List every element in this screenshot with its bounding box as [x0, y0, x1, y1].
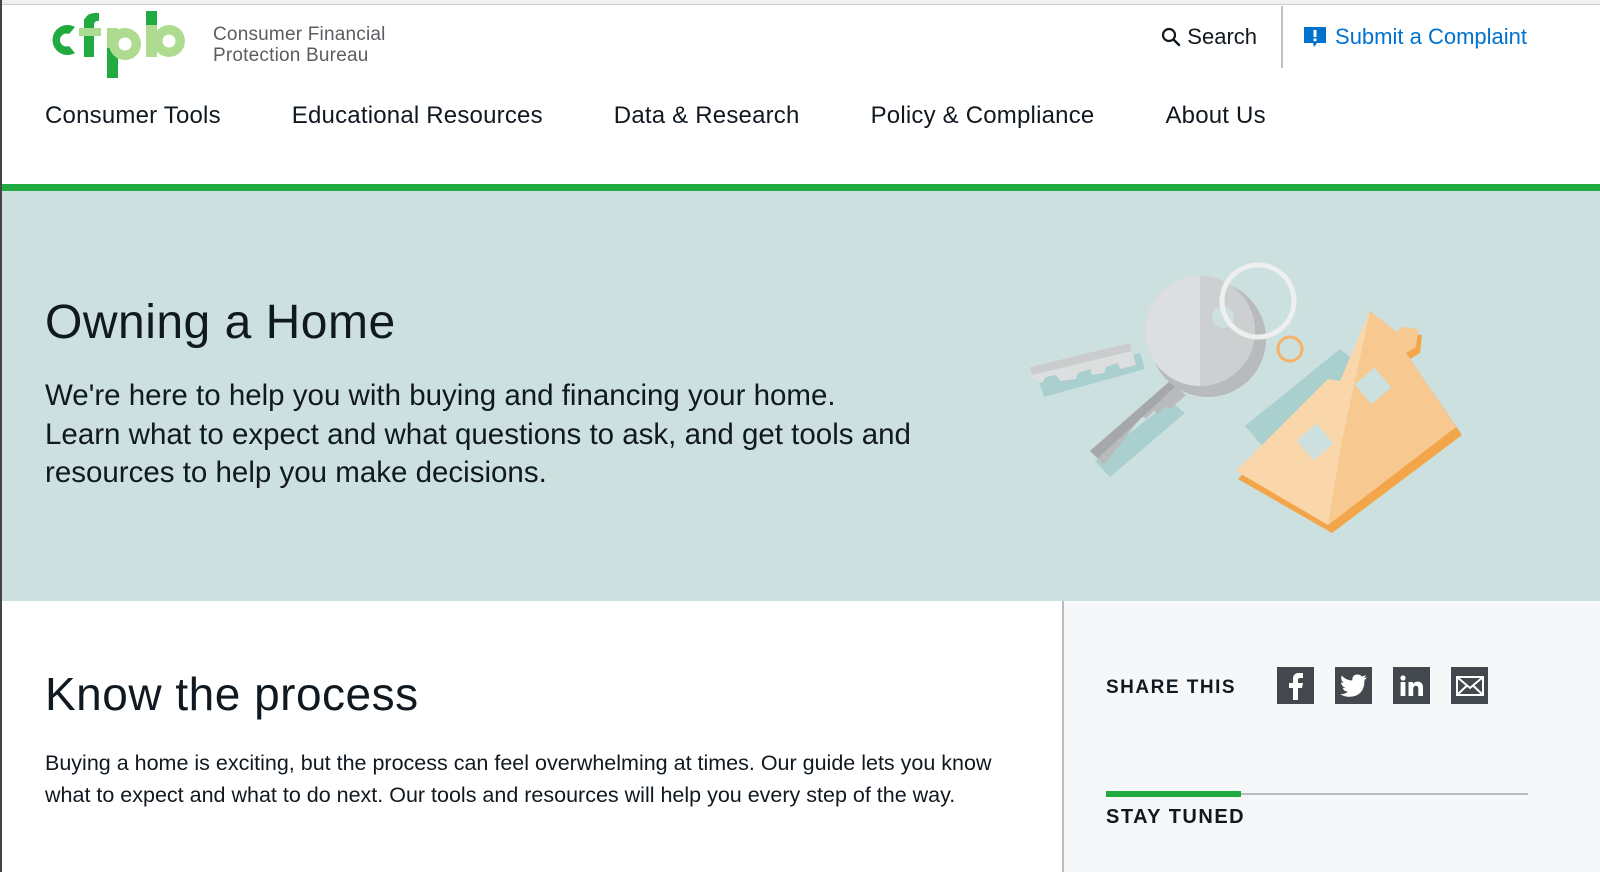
utility-nav: Search Submit a Complaint: [1161, 6, 1600, 68]
nav-item-consumer-tools[interactable]: Consumer Tools: [45, 102, 221, 130]
hero: Owning a Home We're here to help you wit…: [0, 191, 1600, 601]
nav-item-policy-compliance[interactable]: Policy & Compliance: [871, 102, 1095, 130]
nav-item-educational-resources[interactable]: Educational Resources: [292, 102, 543, 130]
search-button[interactable]: Search: [1161, 6, 1284, 68]
share-buttons: [1277, 667, 1509, 704]
agency-name-line1: Consumer Financial: [213, 24, 386, 45]
page-title: Owning a Home: [45, 296, 396, 349]
section-body: Buying a home is exciting, but the proce…: [45, 751, 992, 807]
sidebar: SHARE THIS STAY TUNED: [1062, 601, 1600, 872]
agency-name-line2: Protection Bureau: [213, 45, 369, 66]
search-icon: [1162, 27, 1181, 47]
window-left-edge: [0, 0, 2, 872]
main-content: Know the process Buying a home is exciti…: [0, 601, 1062, 872]
nav-item-data-research[interactable]: Data & Research: [614, 102, 800, 130]
email-icon: [1455, 675, 1484, 696]
section-heading: Know the process: [45, 668, 419, 720]
cfpb-logo-mark: [52, 11, 185, 78]
stay-tuned-accent: [1106, 791, 1241, 797]
linkedin-icon: [1399, 674, 1423, 696]
site-header: Consumer Financial Protection Bureau Sea…: [0, 6, 1600, 190]
stay-tuned-divider: [1106, 791, 1528, 797]
submit-complaint-link[interactable]: Submit a Complaint: [1283, 6, 1600, 68]
share-linkedin-button[interactable]: [1393, 667, 1430, 704]
keys-house-illustration: [1030, 262, 1462, 533]
cfpb-logo[interactable]: Consumer Financial Protection Bureau: [45, 8, 386, 80]
twitter-icon: [1339, 674, 1367, 697]
browser-top-edge: [0, 0, 1600, 5]
hero-description: We're here to help you with buying and f…: [45, 379, 911, 489]
share-label: SHARE THIS: [1106, 677, 1237, 698]
facebook-icon: [1288, 672, 1303, 700]
complaint-label: Submit a Complaint: [1335, 24, 1527, 49]
complaint-icon: [1304, 27, 1327, 47]
header-divider: [0, 184, 1600, 191]
nav-item-about-us[interactable]: About Us: [1165, 102, 1265, 130]
stay-tuned-heading: STAY TUNED: [1106, 806, 1246, 828]
main-nav: Consumer Tools Educational Resources Dat…: [45, 102, 1337, 130]
share-facebook-button[interactable]: [1277, 667, 1314, 704]
share-twitter-button[interactable]: [1335, 667, 1372, 704]
agency-name: Consumer Financial Protection Bureau: [213, 24, 386, 66]
search-label: Search: [1187, 24, 1258, 49]
share-email-button[interactable]: [1451, 667, 1488, 704]
